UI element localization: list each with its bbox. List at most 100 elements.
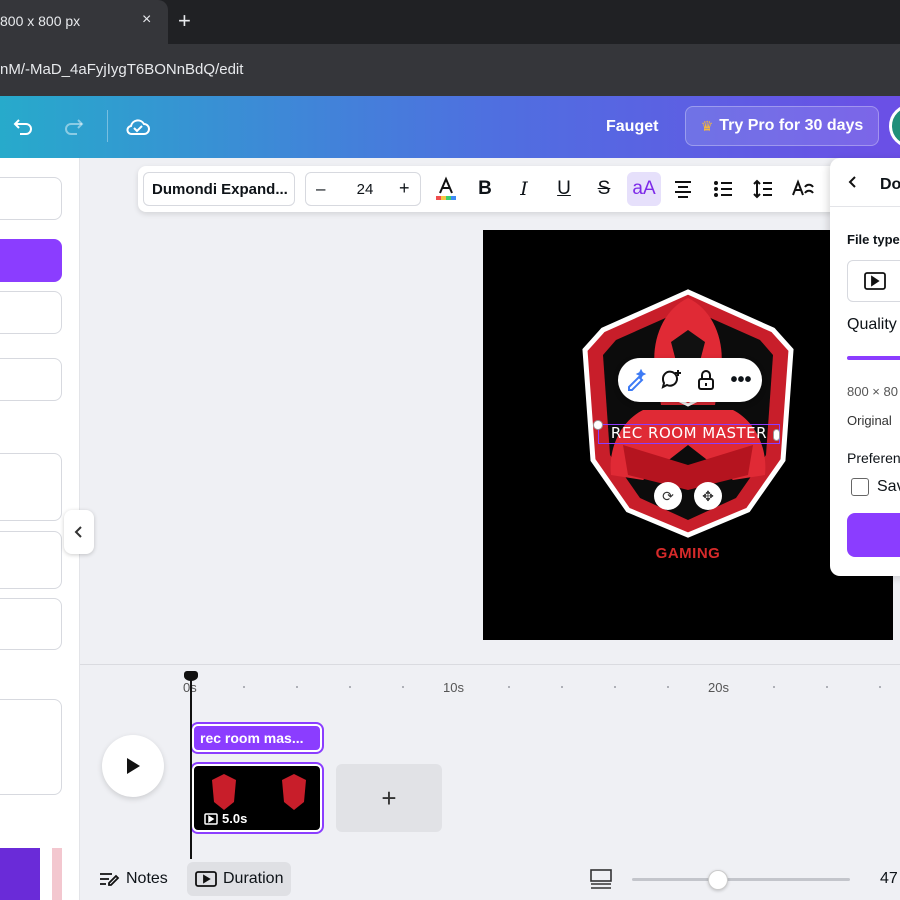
panel-item[interactable]: [0, 291, 62, 334]
collapse-panel-button[interactable]: [64, 510, 94, 554]
team-name[interactable]: Fauget: [606, 118, 658, 136]
quality-label: Quality: [847, 316, 897, 333]
new-tab-icon[interactable]: +: [178, 8, 191, 34]
rotate-icon[interactable]: ⟳: [654, 482, 682, 510]
more-options-icon[interactable]: •••: [729, 368, 753, 392]
notes-button[interactable]: Notes: [90, 862, 176, 896]
avatar[interactable]: [889, 104, 900, 148]
bullet-list-icon: [714, 181, 732, 197]
ruler-dot: [349, 686, 351, 688]
list-button[interactable]: [706, 172, 740, 206]
ruler-tick-label: 10s: [443, 680, 464, 695]
file-type-select[interactable]: [847, 260, 900, 302]
panel-item[interactable]: [0, 177, 62, 220]
zoom-slider[interactable]: [632, 878, 850, 881]
panel-item[interactable]: [0, 531, 62, 589]
font-size-stepper: – 24 +: [305, 172, 421, 206]
browser-tab[interactable]: 800 x 800 px ×: [0, 0, 168, 44]
ruler-dot: [243, 686, 245, 688]
chevron-left-icon: [74, 526, 82, 538]
add-page-button[interactable]: +: [336, 764, 442, 832]
ruler-dot: [561, 686, 563, 688]
clip-thumbnail-image: [212, 774, 306, 810]
ruler-dot: [773, 686, 775, 688]
underline-button[interactable]: U: [547, 172, 581, 206]
play-button[interactable]: [102, 735, 164, 797]
decrease-size-button[interactable]: –: [316, 179, 325, 199]
panel-primary-button[interactable]: [0, 239, 62, 282]
template-thumbnail[interactable]: [0, 848, 40, 900]
browser-tabbar: 800 x 800 px × +: [0, 0, 900, 44]
clip-duration: 5.0s: [204, 811, 247, 826]
close-tab-icon[interactable]: ×: [142, 11, 151, 29]
grid-view-icon[interactable]: [590, 869, 612, 889]
video-icon: [204, 812, 218, 825]
logo-subtitle[interactable]: GAMING: [640, 545, 736, 562]
resize-handle[interactable]: [593, 420, 603, 430]
magic-edit-icon[interactable]: [624, 368, 648, 392]
letter-case-button[interactable]: aA: [627, 172, 661, 206]
panel-item[interactable]: [0, 358, 62, 401]
zoom-slider-handle[interactable]: [708, 870, 728, 890]
panel-item[interactable]: [0, 699, 62, 795]
bold-button[interactable]: B: [468, 172, 502, 206]
crown-icon: ♛: [700, 117, 714, 134]
download-button[interactable]: [847, 513, 900, 557]
strikethrough-button[interactable]: S: [587, 172, 621, 206]
original-size-text: Original: [847, 413, 892, 428]
save-settings-checkbox[interactable]: [851, 478, 869, 496]
text-color-button[interactable]: [429, 172, 463, 206]
save-settings-label: Sav: [877, 478, 900, 495]
timeline: 0s 10s 20s rec room mas... 5.0s + Notes …: [80, 664, 900, 900]
play-icon: [127, 758, 140, 774]
try-pro-label: Try Pro for 30 days: [719, 117, 864, 134]
tab-title: 800 x 800 px: [0, 13, 81, 29]
notes-icon: [100, 873, 120, 886]
font-size-input[interactable]: 24: [350, 181, 380, 198]
align-center-button[interactable]: [666, 172, 700, 206]
spacing-button[interactable]: [746, 172, 780, 206]
lock-icon[interactable]: [694, 368, 718, 392]
redo-icon[interactable]: [61, 114, 87, 140]
dimensions-text: 800 × 80: [847, 384, 898, 399]
zoom-level[interactable]: 47: [880, 870, 898, 888]
panel-item[interactable]: [0, 598, 62, 650]
clip-duration-text: 5.0s: [222, 811, 248, 826]
url-text[interactable]: nM/-MaD_4aFyjIygT6BONnBdQ/edit: [0, 61, 243, 78]
text-color-icon: [436, 176, 456, 200]
panel-item[interactable]: [0, 453, 62, 521]
move-icon[interactable]: ✥: [694, 482, 722, 510]
text-effects-button[interactable]: [786, 172, 820, 206]
ruler-dot: [402, 686, 404, 688]
template-thumbnail[interactable]: [52, 848, 62, 900]
selected-text-element[interactable]: REC ROOM MASTER: [598, 424, 780, 444]
quality-slider[interactable]: [847, 356, 900, 360]
duration-label: Duration: [223, 870, 284, 887]
divider: [830, 206, 900, 207]
font-family-select[interactable]: Dumondi Expand...: [143, 172, 295, 206]
playhead[interactable]: [190, 673, 192, 859]
element-quick-actions: •••: [618, 358, 762, 402]
editor-header: Fauget ♛ Try Pro for 30 days: [0, 96, 900, 158]
undo-icon[interactable]: [10, 114, 36, 140]
cloud-saved-icon[interactable]: [125, 114, 151, 140]
text-track-clip[interactable]: rec room mas...: [190, 722, 324, 754]
increase-size-button[interactable]: +: [399, 178, 410, 199]
ruler-tick-label: 20s: [708, 680, 729, 695]
video-track-clip[interactable]: 5.0s: [190, 762, 324, 834]
ruler-dot: [826, 686, 828, 688]
address-bar[interactable]: nM/-MaD_4aFyjIygT6BONnBdQ/edit: [0, 44, 900, 96]
ruler-dot: [508, 686, 510, 688]
download-panel-title: Do: [880, 176, 900, 193]
italic-button[interactable]: I: [507, 172, 541, 206]
text-toolbar: Dumondi Expand... – 24 + B I U S aA: [138, 166, 838, 212]
text-effects-icon: [792, 179, 814, 196]
try-pro-button[interactable]: ♛ Try Pro for 30 days: [685, 106, 879, 146]
duration-button[interactable]: Duration: [187, 862, 292, 896]
playhead-handle[interactable]: [184, 671, 198, 681]
back-arrow-icon[interactable]: [848, 175, 858, 194]
resize-handle[interactable]: [773, 429, 780, 441]
comment-icon[interactable]: [659, 368, 683, 392]
notes-label: Notes: [126, 870, 168, 887]
ruler-dot: [296, 686, 298, 688]
